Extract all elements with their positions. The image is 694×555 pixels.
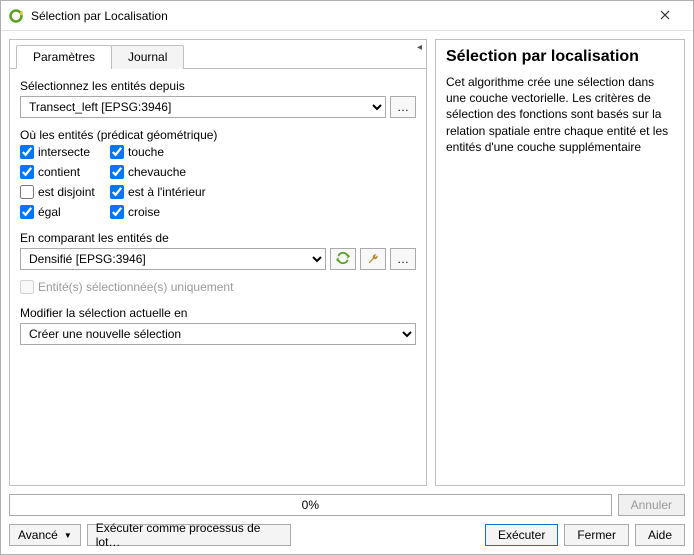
modify-selection-combo[interactable]: Créer une nouvelle sélection [20, 323, 416, 345]
run-button[interactable]: Exécuter [485, 524, 558, 546]
predicate-equals[interactable]: égal [20, 205, 110, 219]
settings-button[interactable] [360, 248, 386, 270]
input-layer-combo[interactable]: Transect_left [EPSG:3946] [20, 96, 386, 118]
help-title: Sélection par localisation [446, 48, 674, 66]
predicate-grid: intersecte touche contient chevauche est… [20, 145, 416, 219]
iterate-icon [336, 251, 350, 268]
progress-percent: 0% [302, 498, 319, 512]
predicate-intersects[interactable]: intersecte [20, 145, 110, 159]
window-close-button[interactable] [645, 2, 685, 30]
cancel-run-button[interactable]: Annuler [618, 494, 685, 516]
help-body: Cet algorithme crée une sélection dans u… [446, 74, 674, 155]
predicate-overlaps[interactable]: chevauche [110, 165, 260, 179]
close-button[interactable]: Fermer [564, 524, 629, 546]
predicate-within[interactable]: est à l'intérieur [110, 185, 260, 199]
batch-process-button[interactable]: Exécuter comme processus de lot… [87, 524, 291, 546]
browse-input-layer-button[interactable]: … [390, 96, 416, 118]
browse-compare-layer-button[interactable]: … [390, 248, 416, 270]
label-modify-selection: Modifier la sélection actuelle en [20, 306, 416, 320]
parameters-panel: ◂ Paramètres Journal Sélectionnez les en… [9, 39, 427, 486]
compare-layer-combo[interactable]: Densifié [EPSG:3946] [20, 248, 326, 270]
ellipsis-icon: … [397, 252, 409, 266]
close-icon [660, 9, 670, 23]
window-title: Sélection par Localisation [31, 9, 645, 23]
predicate-disjoint[interactable]: est disjoint [20, 185, 110, 199]
progress-row: 0% Annuler [9, 494, 685, 516]
label-predicate: Où les entités (prédicat géométrique) [20, 128, 416, 142]
help-button[interactable]: Aide [635, 524, 685, 546]
wrench-icon [366, 251, 380, 268]
label-select-from: Sélectionnez les entités depuis [20, 79, 416, 93]
tab-log[interactable]: Journal [111, 45, 184, 69]
predicate-crosses[interactable]: croise [110, 205, 260, 219]
predicate-touches[interactable]: touche [110, 145, 260, 159]
ellipsis-icon: … [397, 100, 409, 114]
bottom-button-row: Avancé ▼ Exécuter comme processus de lot… [9, 524, 685, 546]
advanced-button[interactable]: Avancé ▼ [9, 524, 81, 546]
help-panel: Sélection par localisation Cet algorithm… [435, 39, 685, 486]
label-compare-to: En comparant les entités de [20, 231, 416, 245]
caret-down-icon: ▼ [64, 531, 72, 540]
predicate-contains[interactable]: contient [20, 165, 110, 179]
progress-bar: 0% [9, 494, 612, 516]
main-row: ◂ Paramètres Journal Sélectionnez les en… [9, 39, 685, 486]
tabbar: Paramètres Journal [10, 41, 426, 69]
tab-parameters[interactable]: Paramètres [16, 45, 112, 69]
dialog-content: ◂ Paramètres Journal Sélectionnez les en… [1, 31, 693, 554]
tab-body: Sélectionnez les entités depuis Transect… [10, 68, 426, 485]
selected-only-checkbox[interactable]: Entité(s) sélectionnée(s) uniquement [20, 280, 416, 294]
app-icon [9, 8, 25, 24]
iterate-button[interactable] [330, 248, 356, 270]
titlebar: Sélection par Localisation [1, 1, 693, 31]
dialog-window: Sélection par Localisation ◂ Paramètres … [0, 0, 694, 555]
